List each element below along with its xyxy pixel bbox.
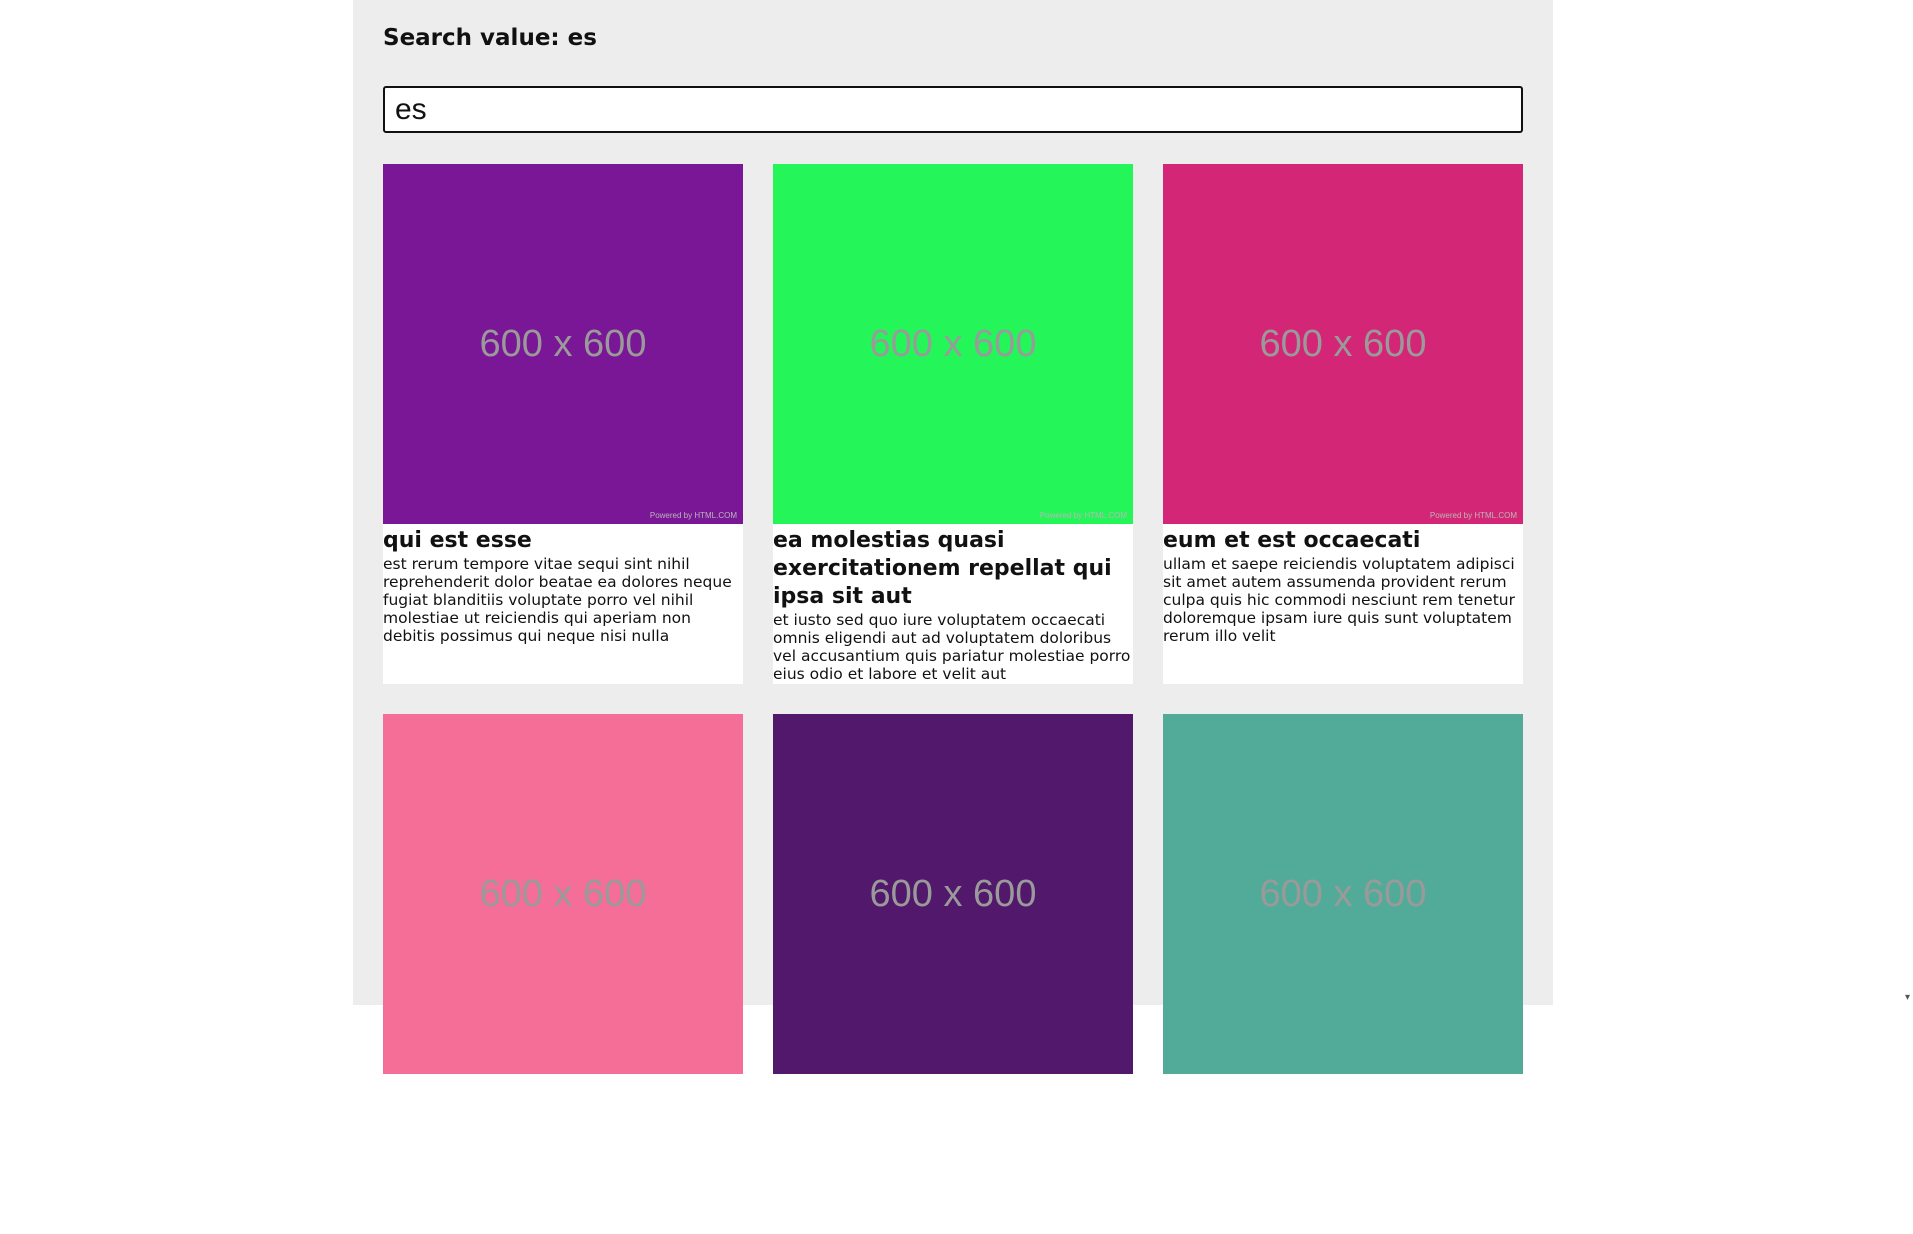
- post-card[interactable]: 600 x 600: [773, 714, 1133, 1234]
- post-card[interactable]: 600 x 600 Powered by HTML.COM ea molesti…: [773, 164, 1133, 684]
- image-placeholder-label: 600 x 600: [869, 322, 1037, 365]
- card-title: qui est esse: [383, 528, 532, 553]
- image-placeholder-label: 600 x 600: [869, 872, 1037, 915]
- card-body: et iusto sed quo iure voluptatem occaeca…: [773, 611, 1131, 683]
- image-placeholder-label: 600 x 600: [479, 322, 647, 365]
- post-card[interactable]: 600 x 600: [383, 714, 743, 1234]
- image-placeholder-label: 600 x 600: [479, 872, 647, 915]
- image-footer-text: Powered by HTML.COM: [649, 511, 737, 520]
- image-footer-text: Powered by HTML.COM: [1429, 511, 1517, 520]
- image-placeholder-label: 600 x 600: [1259, 872, 1427, 915]
- card-image: 600 x 600 Powered by HTML.COM: [773, 164, 1133, 524]
- card-image: 600 x 600 Powered by HTML.COM: [1163, 164, 1523, 524]
- image-placeholder-label: 600 x 600: [1259, 322, 1427, 365]
- card-image: 600 x 600: [383, 714, 743, 1074]
- search-input[interactable]: [383, 86, 1523, 133]
- post-card[interactable]: 600 x 600 Powered by HTML.COM qui est es…: [383, 164, 743, 684]
- card-image: 600 x 600: [773, 714, 1133, 1074]
- card-image: 600 x 600 Powered by HTML.COM: [383, 164, 743, 524]
- card-image: 600 x 600: [1163, 714, 1523, 1074]
- post-card[interactable]: 600 x 600 Powered by HTML.COM eum et est…: [1163, 164, 1523, 684]
- card-body: ullam et saepe reiciendis voluptatem adi…: [1163, 555, 1515, 645]
- card-title: ea molestias quasi exercitationem repell…: [773, 528, 1112, 609]
- image-footer-text: Powered by HTML.COM: [1039, 511, 1127, 520]
- post-grid: 600 x 600 Powered by HTML.COM qui est es…: [383, 164, 1523, 1234]
- search-value-heading: Search value: es: [383, 25, 597, 51]
- page-container: Search value: es 600 x 600 Powered by HT…: [353, 0, 1553, 1234]
- card-title: eum et est occaecati: [1163, 528, 1421, 553]
- card-body: est rerum tempore vitae sequi sint nihil…: [383, 555, 732, 645]
- post-card[interactable]: 600 x 600: [1163, 714, 1523, 1234]
- page-scrollbar[interactable]: ▾: [1898, 0, 1913, 1005]
- scroll-down-arrow-icon[interactable]: ▾: [1905, 993, 1910, 1003]
